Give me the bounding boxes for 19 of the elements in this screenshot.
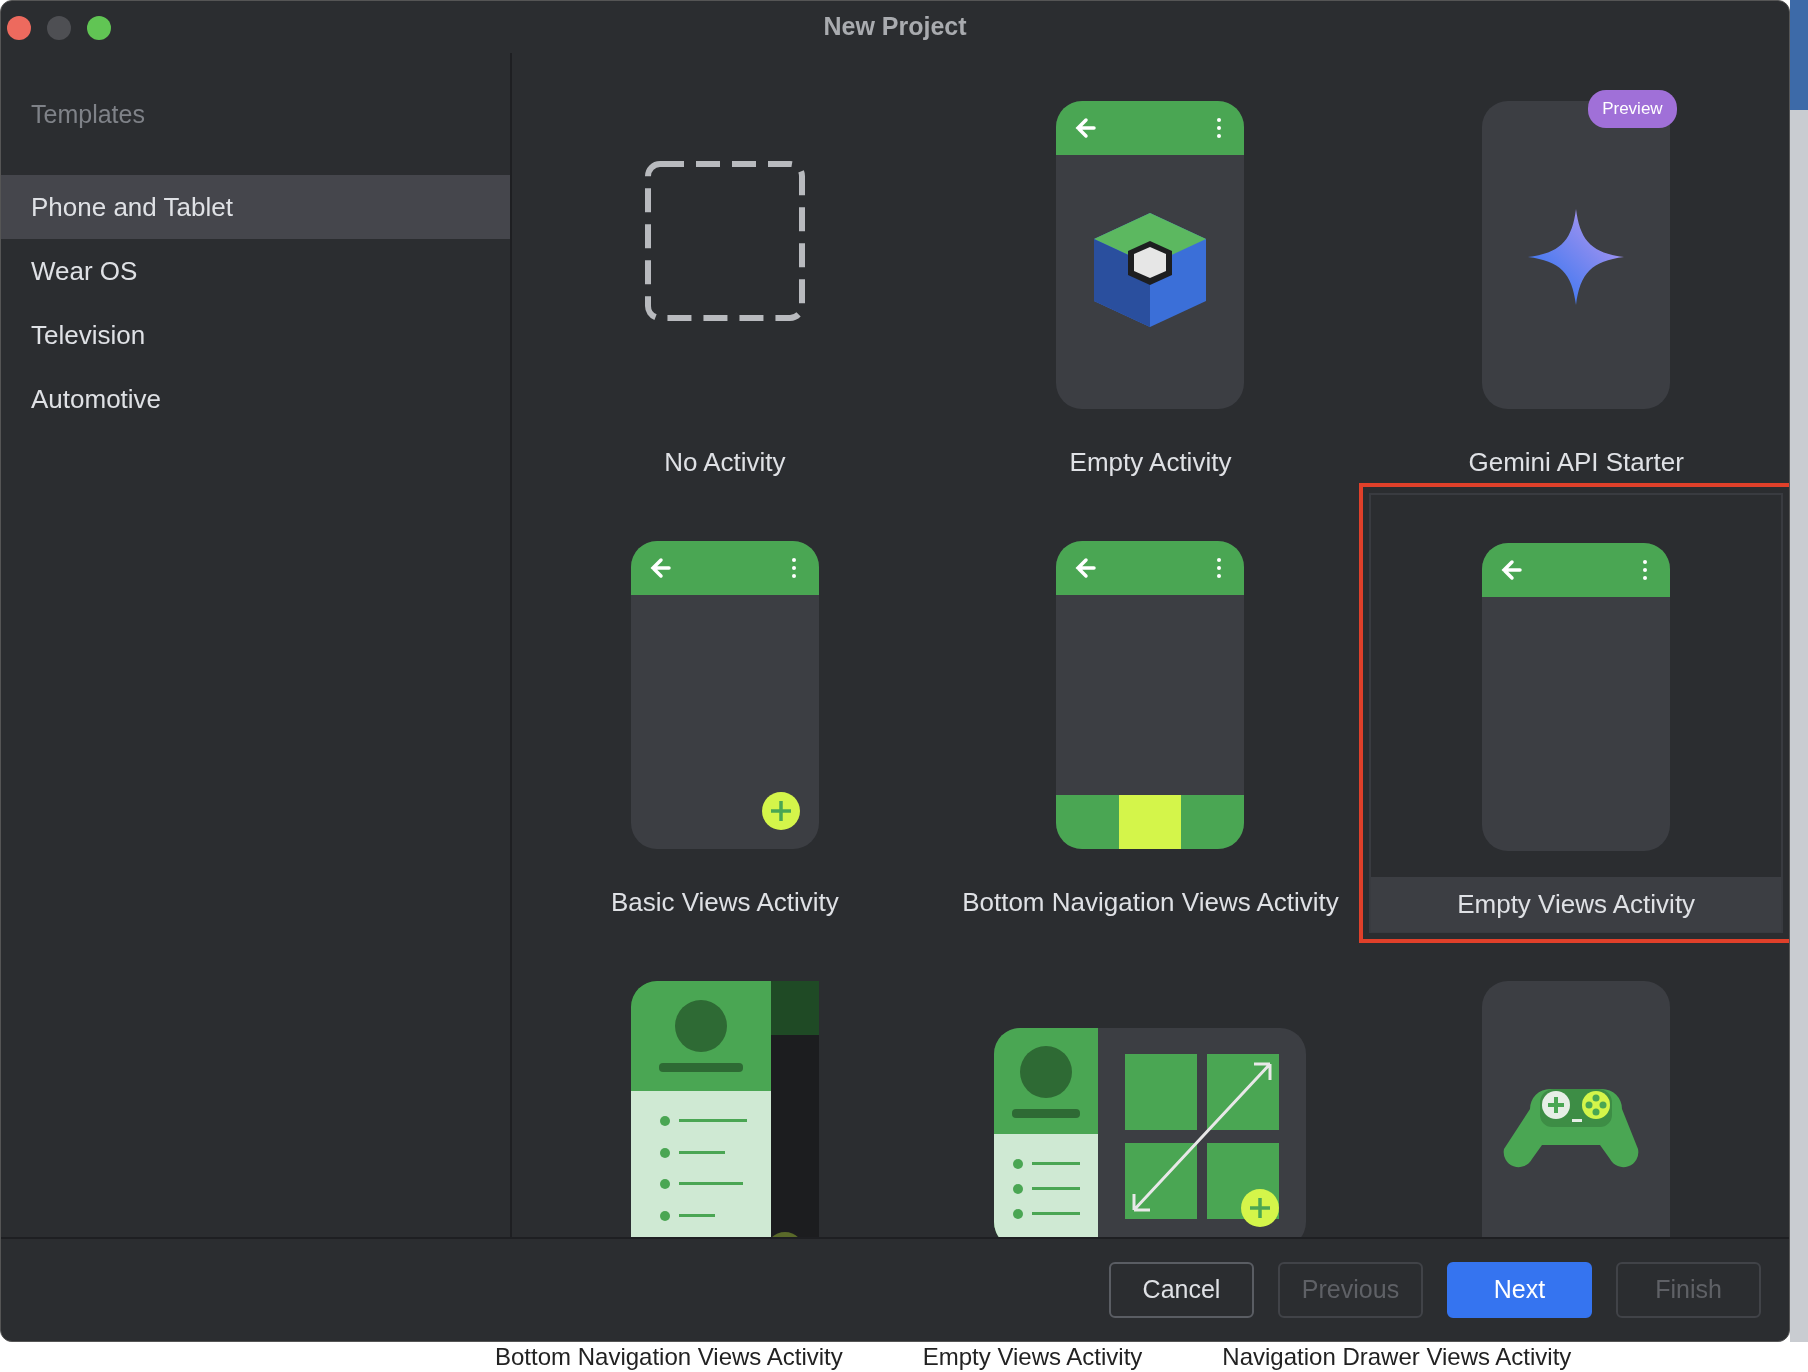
sidebar-item[interactable]: Television xyxy=(1,303,510,367)
sidebar-item[interactable]: Automotive xyxy=(1,367,510,431)
dialog-button[interactable]: Next xyxy=(1447,1262,1592,1318)
template-tile[interactable]: No Activity xyxy=(518,53,932,493)
background-label: Bottom Navigation Views Activity xyxy=(495,1343,843,1371)
sidebar-item[interactable]: Wear OS xyxy=(1,239,510,303)
template-tile[interactable]: Preview Gemini API Starter xyxy=(1369,53,1783,493)
window-title: New Project xyxy=(823,11,967,43)
background-label: Navigation Drawer Views Activity xyxy=(1222,1343,1572,1371)
zoom-button[interactable] xyxy=(87,16,111,40)
sidebar-heading: Templates xyxy=(30,99,146,131)
close-button[interactable] xyxy=(7,16,31,40)
background-label: Empty Views Activity xyxy=(922,1343,1143,1371)
template-tile[interactable]: Bottom Navigation Views Activity xyxy=(943,493,1358,933)
dialog-button[interactable]: Cancel xyxy=(1109,1262,1254,1318)
sidebar-item[interactable]: Phone and Tablet xyxy=(1,175,510,239)
template-tile[interactable]: Empty Activity xyxy=(943,53,1358,493)
preview-badge: Preview xyxy=(1588,90,1677,128)
template-tile[interactable]: Basic Views Activity xyxy=(518,493,932,933)
